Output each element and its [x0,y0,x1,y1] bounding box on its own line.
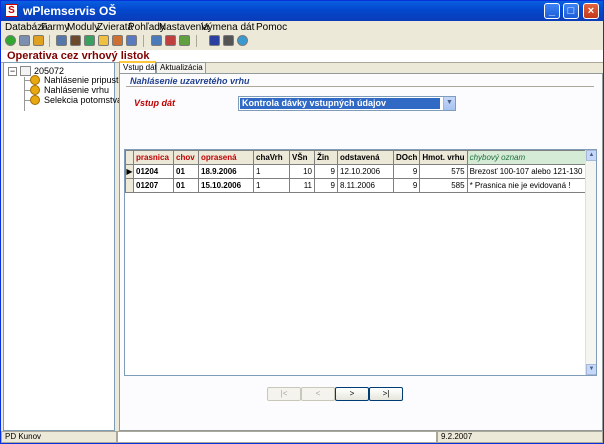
calendar-icon[interactable] [19,35,30,46]
ok-icon[interactable] [5,35,16,46]
table-header-row: prasnica chov oprasená chaVrh VŠn Žin od… [125,150,593,165]
section-title: Nahlásenie uzavretého vrhu [130,76,250,86]
first-record-button[interactable]: |< [267,387,301,401]
scroll-down-icon[interactable]: ▼ [586,364,596,375]
cell-chavrh[interactable]: 1 [253,178,290,193]
vstup-dat-select-value: Kontrola dávky vstupných údajov [240,98,440,109]
farm-icon [20,66,31,76]
tree-collapse-icon[interactable]: − [8,67,17,76]
pig-icon [30,85,40,95]
prev-record-button[interactable]: < [301,387,335,401]
pig-icon [30,95,40,105]
print-icon[interactable] [151,35,162,46]
window-title: wPlemservis OŠ [23,4,117,18]
tree-item-label: Selekcia potomstva [44,95,123,105]
chart-icon[interactable] [179,35,190,46]
menu-vymena-dat[interactable]: Výmena dát [201,22,254,33]
table-row[interactable]: 01207 01 15.10.2006 1 11 9 8.11.2006 9 5… [125,178,593,193]
vstup-dat-select[interactable]: Kontrola dávky vstupných údajov ▼ [238,96,456,111]
cell-chavrh[interactable]: 1 [253,164,290,179]
grid-icon[interactable] [56,35,67,46]
pig-icon [30,75,40,85]
tree-pane: − 205072 Nahlásenie pripustenia Nahlásen… [3,62,136,431]
col-doch[interactable]: DOch [392,150,421,165]
menu-moduly[interactable]: Moduly [67,22,99,33]
col-odstavena[interactable]: odstavená [337,150,394,165]
col-hmot-vrhu[interactable]: Hmot. vrhu [419,150,468,165]
menu-farmy[interactable]: Farmy [41,22,69,33]
note-icon[interactable] [98,35,109,46]
cell-prasnica[interactable]: 01207 [133,178,174,193]
cell-vsn[interactable]: 11 [289,178,315,193]
cell-hmot-vrhu[interactable]: 575 [419,164,468,179]
title-bar[interactable]: Š wPlemservis OŠ _ □ × [1,1,603,21]
section-divider [126,86,594,87]
data-table: prasnica chov oprasená chaVrh VŠn Žin od… [125,150,593,193]
delete-icon[interactable] [165,35,176,46]
cell-chov[interactable]: 01 [173,178,199,193]
data-grid: prasnica chov oprasená chaVrh VŠn Žin od… [124,149,597,376]
cell-oprasena[interactable]: 18.9.2006 [198,164,254,179]
col-chavrh[interactable]: chaVrh [253,150,290,165]
cell-hmot-vrhu[interactable]: 585 [419,178,468,193]
status-message [117,431,437,443]
tab-panel: Nahlásenie uzavretého vrhu Vstup dát Kon… [119,73,603,431]
cell-doch[interactable]: 9 [392,164,421,179]
col-zin[interactable]: Žin [314,150,338,165]
cell-prasnica[interactable]: 01204 [133,164,174,179]
mail-icon[interactable] [223,35,234,46]
row-selector[interactable] [125,178,134,193]
chevron-down-icon[interactable]: ▼ [443,97,455,110]
arrows-icon[interactable] [33,35,44,46]
cell-vsn[interactable]: 10 [289,164,315,179]
menu-pomoc[interactable]: Pomoc [256,22,287,33]
vstup-dat-label: Vstup dát [134,98,176,108]
toolbar-separator [143,35,144,47]
save-icon[interactable] [209,35,220,46]
maximize-button[interactable]: □ [563,3,579,19]
col-chybovy-oznam[interactable]: chybový oznam [466,150,593,165]
toolbar-separator [196,35,197,47]
tree-icon[interactable] [84,35,95,46]
toolbar-separator [49,35,50,47]
cell-zin[interactable]: 9 [314,178,338,193]
cell-chybovy-oznam[interactable]: * Prasnica nie je evidovaná ! [466,178,593,193]
col-oprasena[interactable]: oprasená [198,150,254,165]
status-bar: PD Kunov 9.2.2007 [1,431,603,443]
toolbar [1,35,603,48]
close-button[interactable]: × [583,3,599,19]
refresh-icon[interactable] [237,35,248,46]
menu-bar: Databáza Farmy Moduly Zvieratá Pohľady N… [1,21,603,35]
current-row-icon: ▶ [125,164,134,179]
row-selector-header [125,150,134,165]
status-user: PD Kunov [1,431,117,443]
scroll-up-icon[interactable]: ▲ [586,150,596,161]
minimize-button[interactable]: _ [544,3,560,19]
col-chov[interactable]: chov [173,150,199,165]
cell-odstavena[interactable]: 8.11.2006 [337,178,394,193]
cell-odstavena[interactable]: 12.10.2006 [337,164,394,179]
tree-item-label: Nahlásenie vrhu [44,85,110,95]
col-prasnica[interactable]: prasnica [133,150,174,165]
window-icon[interactable] [126,35,137,46]
cell-chov[interactable]: 01 [173,164,199,179]
edit-icon[interactable] [70,35,81,46]
col-vsn[interactable]: VŠn [289,150,315,165]
report-icon[interactable] [112,35,123,46]
cell-zin[interactable]: 9 [314,164,338,179]
cell-doch[interactable]: 9 [392,178,421,193]
cell-chybovy-oznam[interactable]: Brezosť 100-107 alebo 121-130 d [466,164,593,179]
app-window: Š wPlemservis OŠ _ □ × Databáza Farmy Mo… [0,0,604,444]
table-row[interactable]: ▶ 01204 01 18.9.2006 1 10 9 12.10.2006 9… [125,164,593,179]
cell-oprasena[interactable]: 15.10.2006 [198,178,254,193]
tree-connector [24,77,25,111]
last-record-button[interactable]: >| [369,387,403,401]
app-icon: Š [5,4,18,17]
status-date: 9.2.2007 [437,431,603,443]
next-record-button[interactable]: > [335,387,369,401]
vertical-scrollbar[interactable]: ▲ ▼ [585,150,596,375]
